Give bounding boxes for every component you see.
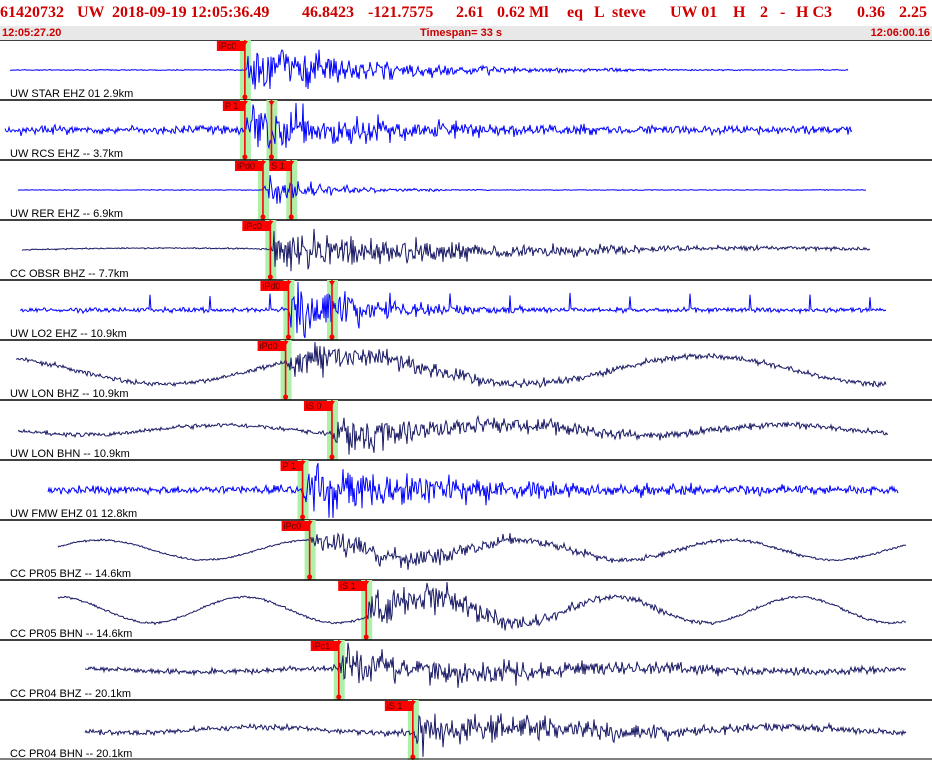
channel-label: UW RCS EHZ -- 3.7km [10,148,123,160]
channel-row[interactable]: iPc0 UW STAR EHZ 01 2.9km [0,40,932,100]
waveform-trace [57,581,907,631]
event-network: UW [77,4,105,21]
channel-row[interactable]: iPd0 UW LON BHZ -- 10.9km [0,339,932,400]
channel-row[interactable]: iPd0 UW LO2 EHZ -- 10.9km [0,279,932,340]
waveform-trace [17,174,867,204]
event-dash: - [780,4,786,21]
channel-row[interactable]: P 1 UW FMW EHZ 01 12.8km [0,459,932,520]
event-code1: 2 [760,4,768,21]
event-type: L [594,4,605,21]
event-depth: 2.61 [456,4,484,21]
event-summary-header: 61420732 UW 2018-09-19 12:05:36.49 46.84… [0,0,932,26]
waveform-trace [84,713,907,757]
channel-row[interactable]: iPc1 CC PR04 BHZ -- 20.1km [0,639,932,700]
seismogram-panel[interactable]: iPc0 UW STAR EHZ 01 2.9km P 1 UW RCS EHZ --… [0,40,932,760]
pick-dot [268,154,274,160]
pick-label: P 1 [283,461,296,471]
waveform-trace [17,414,889,455]
event-etype: eq [567,4,583,21]
channel-label: CC OBSR BHZ -- 7.7km [10,268,129,280]
channel-row[interactable]: iS 1 CC PR04 BHN -- 20.1km [0,699,932,760]
pick-dot [300,514,306,520]
pick-label: S 1 [271,161,285,171]
pick-dot [329,334,335,340]
pick-dot [288,214,294,220]
pick-dot [363,634,369,640]
time-bar: 12:05:27.20 Timespan= 33 s 12:06:00.16 [0,26,932,40]
pick-label: iPc0 [244,221,262,231]
waveform-trace [21,228,871,272]
pick-label: iPd0 [260,341,278,351]
pick-dot [329,454,335,460]
channel-label: CC PR04 BHN -- 20.1km [10,748,132,760]
channel-label: UW RER EHZ -- 6.9km [10,208,123,220]
channel-row[interactable]: P 1 UW RCS EHZ -- 3.7km [0,99,932,160]
pick-label: P 1 [225,101,238,111]
waveform-trace [57,532,906,570]
channel-label: UW LO2 EHZ -- 10.9km [10,328,127,340]
pick-dot [242,94,248,100]
channel-label: CC PR05 BHN -- 14.6km [10,628,132,640]
start-time: 12:05:27.20 [2,27,62,39]
waveform-trace [47,463,899,519]
pick-dot [336,694,342,700]
channel-label: UW FMW EHZ 01 12.8km [10,508,137,520]
timespan: Timespan= 33 s [420,27,503,39]
pick-dot [267,274,273,280]
event-quality: H [733,4,746,21]
channel-row[interactable]: iS 0 UW LON BHN -- 10.9km [0,399,932,460]
pick-label: iPd0 [237,161,255,171]
event-erh: 2.25 [899,4,927,21]
pick-label: iPc1 [313,641,331,651]
channel-label: UW LON BHZ -- 10.9km [10,388,129,400]
event-latitude: 46.8423 [302,4,354,21]
waveform-trace [84,642,906,688]
event-code2: H C3 [796,4,832,21]
pick-label: iPc0 [284,521,302,531]
channel-label: CC PR05 BHZ -- 14.6km [10,568,131,580]
channel-label: UW STAR EHZ 01 2.9km [10,88,133,100]
pick-label: iPd0 [262,281,280,291]
event-magnitude: 0.62 Ml [497,4,549,21]
pick-dot [285,334,291,340]
waveform-trace [19,281,887,339]
pick-label: iS 1 [340,581,356,591]
end-time: 12:06:00.16 [870,27,930,39]
channel-label: CC PR04 BHZ -- 20.1km [10,688,131,700]
waveform-trace [15,341,887,389]
waveform-trace [4,102,853,150]
pick-label: iPc0 [219,41,237,51]
event-longitude: -121.7575 [368,4,434,21]
pick-dot [307,574,313,580]
event-datetime: 2018-09-19 12:05:36.49 [112,4,270,21]
waveform-trace [10,49,849,90]
channel-row[interactable]: iPc0 CC OBSR BHZ -- 7.7km [0,219,932,280]
channel-row[interactable]: iPd0 S 1 UW RER EHZ -- 6.9km [0,159,932,220]
pick-dot [242,154,248,160]
pick-label: iS 1 [387,701,403,711]
event-rms: 0.36 [857,4,885,21]
channel-label: UW LON BHN -- 10.9km [10,448,130,460]
pick-dot [260,214,266,220]
channel-row[interactable]: iS 1 CC PR05 BHN -- 14.6km [0,579,932,640]
channel-row[interactable]: iPc0 CC PR05 BHZ -- 14.6km [0,519,932,580]
pick-label: iS 0 [306,401,322,411]
event-id: 61420732 [0,4,64,21]
pick-dot [283,394,289,400]
event-auth: UW 01 [670,4,718,21]
event-analyst: steve [612,4,646,21]
